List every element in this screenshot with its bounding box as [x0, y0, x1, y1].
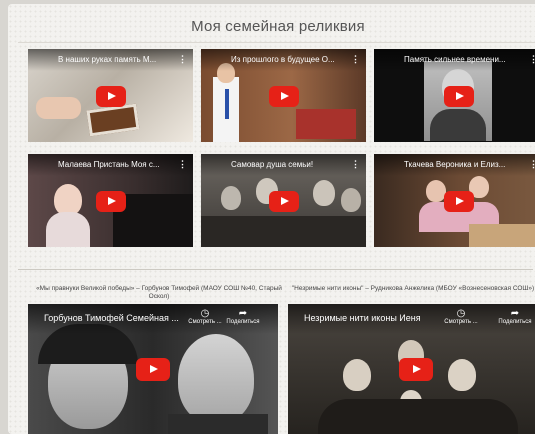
play-button-icon[interactable]	[268, 85, 299, 107]
video-title[interactable]: В наших руках память М...	[28, 49, 193, 71]
video-title[interactable]: Самовар душа семьи!	[201, 154, 366, 176]
person-face-image	[221, 186, 241, 210]
section-divider	[18, 269, 533, 270]
family-clothes-image	[318, 399, 518, 434]
woman-face-image	[343, 359, 371, 391]
video-title[interactable]: Из прошлого в будущее О...	[201, 49, 366, 71]
video-title[interactable]: Малаева Пристань Моя с...	[28, 154, 193, 176]
girl-face-image	[426, 180, 446, 202]
watch-later-control[interactable]: ◷ Смотреть ...	[188, 308, 222, 325]
play-button-icon[interactable]	[95, 190, 126, 212]
soldier-face-image	[178, 334, 254, 424]
tablecloth-image	[469, 224, 535, 247]
share-icon: ➦	[510, 308, 520, 319]
woman-face-image	[448, 359, 476, 391]
page-title: Моя семейная реликвия	[191, 18, 365, 35]
featured-video-player-1[interactable]: Горбунов Тимофей Семейная ... ◷ Смотреть …	[28, 304, 278, 434]
share-label: Поделиться	[226, 319, 260, 325]
table-image	[296, 109, 356, 139]
more-options-icon[interactable]: ⋮	[529, 54, 535, 65]
watch-later-label: Смотреть ...	[444, 319, 478, 325]
more-options-icon[interactable]: ⋮	[178, 54, 187, 65]
watch-later-label: Смотреть ...	[188, 319, 222, 325]
video-title[interactable]: Ткачева Вероника и Елиз...	[374, 154, 535, 176]
featured-video-player-2[interactable]: Незримые нити иконы Иеня ◷ Смотреть ... ➦…	[288, 304, 535, 434]
portrait-shoulders-image	[430, 109, 486, 141]
play-button-icon[interactable]	[398, 358, 433, 381]
girl-dress-image	[46, 212, 90, 247]
share-control[interactable]: ➦ Поделиться	[498, 308, 532, 325]
share-label: Поделиться	[498, 319, 532, 325]
video-thumbnail-4[interactable]: Малаева Пристань Моя с... ⋮	[28, 154, 193, 247]
play-button-icon[interactable]	[444, 190, 474, 212]
page-panel: Моя семейная реликвия В наших руках памя…	[8, 4, 535, 434]
more-options-icon[interactable]: ⋮	[351, 159, 360, 170]
watch-later-control[interactable]: ◷ Смотреть ...	[444, 308, 478, 325]
person-face-image	[341, 188, 361, 212]
more-options-icon[interactable]: ⋮	[178, 159, 187, 170]
video-thumbnail-6[interactable]: Ткачева Вероника и Елиз... ⋮	[374, 154, 535, 247]
tie-image	[225, 89, 229, 119]
more-options-icon[interactable]: ⋮	[351, 54, 360, 65]
video-thumbnail-1[interactable]: В наших руках память М... ⋮	[28, 49, 193, 142]
play-button-icon[interactable]	[444, 85, 474, 107]
video-thumbnail-5[interactable]: Самовар душа семьи! ⋮	[201, 154, 366, 247]
featured-video-heading-1: «Мы правнуки Великой победы» – Горбунов …	[36, 285, 282, 300]
play-button-icon[interactable]	[268, 190, 299, 212]
share-icon: ➦	[238, 308, 248, 319]
featured-video-heading-2: "Незримые нити иконы" – Рудникова Анжели…	[291, 285, 535, 292]
title-divider	[18, 42, 535, 43]
person-face-image	[313, 180, 335, 206]
video-thumbnail-3[interactable]: Память сильнее времени... ⋮	[374, 49, 535, 142]
hand-image	[36, 97, 81, 119]
soldier-uniform-image	[168, 414, 268, 434]
video-title[interactable]: Память сильнее времени...	[374, 49, 535, 71]
more-options-icon[interactable]: ⋮	[529, 159, 535, 170]
video-thumbnail-2[interactable]: Из прошлого в будущее О... ⋮	[201, 49, 366, 142]
clock-icon: ◷	[200, 308, 210, 319]
play-button-icon[interactable]	[95, 85, 126, 107]
clock-icon: ◷	[456, 308, 466, 319]
share-control[interactable]: ➦ Поделиться	[226, 308, 260, 325]
group-clothes-image	[201, 216, 366, 247]
play-button-icon[interactable]	[136, 358, 170, 381]
